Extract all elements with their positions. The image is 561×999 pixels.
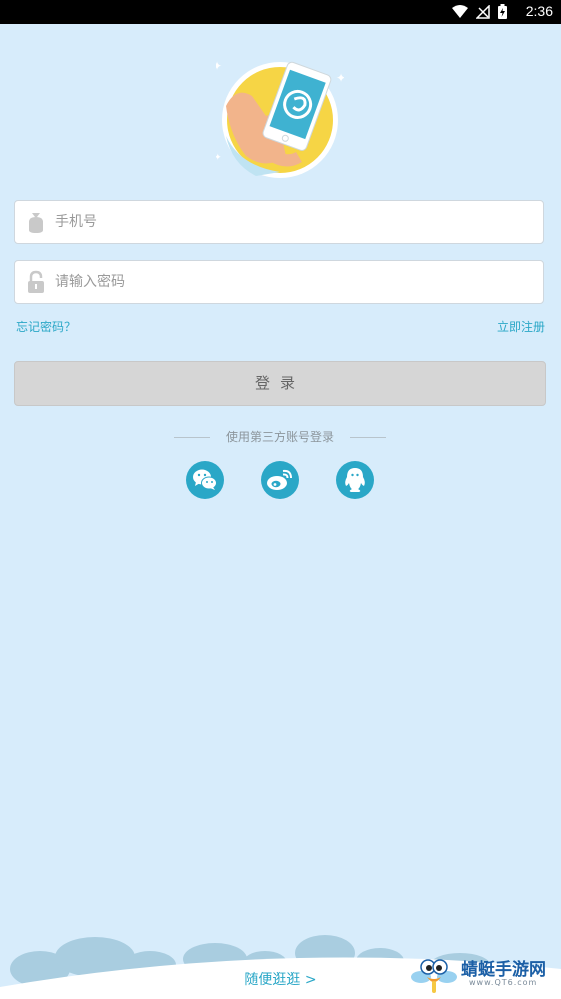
no-signal-icon [476,4,490,19]
status-time: 2:36 [525,3,553,19]
lock-icon [28,270,44,293]
login-button[interactable]: 登录 [14,361,546,406]
weibo-login-button[interactable] [261,461,299,499]
password-field[interactable] [14,260,544,304]
phone-field[interactable] [14,200,544,244]
divider-line-right [350,437,386,438]
user-bag-icon [29,213,43,233]
wechat-icon [193,469,217,490]
status-bar: 2:36 [0,0,561,24]
svg-text:✦: ✦ [216,59,222,73]
watermark-site: www.QT6.com [469,978,538,987]
dragonfly-mascot-logo [411,959,457,993]
password-input[interactable] [55,261,535,303]
qq-login-button[interactable] [336,461,374,499]
weibo-icon [267,469,292,490]
wifi-icon [452,4,468,18]
register-link[interactable]: 立即注册 [497,318,545,335]
wechat-login-button[interactable] [186,461,224,499]
svg-text:✦: ✦ [336,71,344,85]
qq-icon [345,468,365,492]
watermark-name: 蜻蜓手游网 [461,960,546,980]
battery-charging-icon [498,4,507,19]
hand-holding-phone-logo: ✦ ✦ ✦ [216,59,344,178]
svg-text:✦: ✦ [216,153,222,163]
third-party-divider: 使用第三方账号登录 [174,430,386,444]
watermark: 蜻蜓手游网 www.QT6.com [409,953,555,995]
phone-input[interactable] [55,201,535,243]
forgot-password-link[interactable]: 忘记密码？ [16,318,76,335]
